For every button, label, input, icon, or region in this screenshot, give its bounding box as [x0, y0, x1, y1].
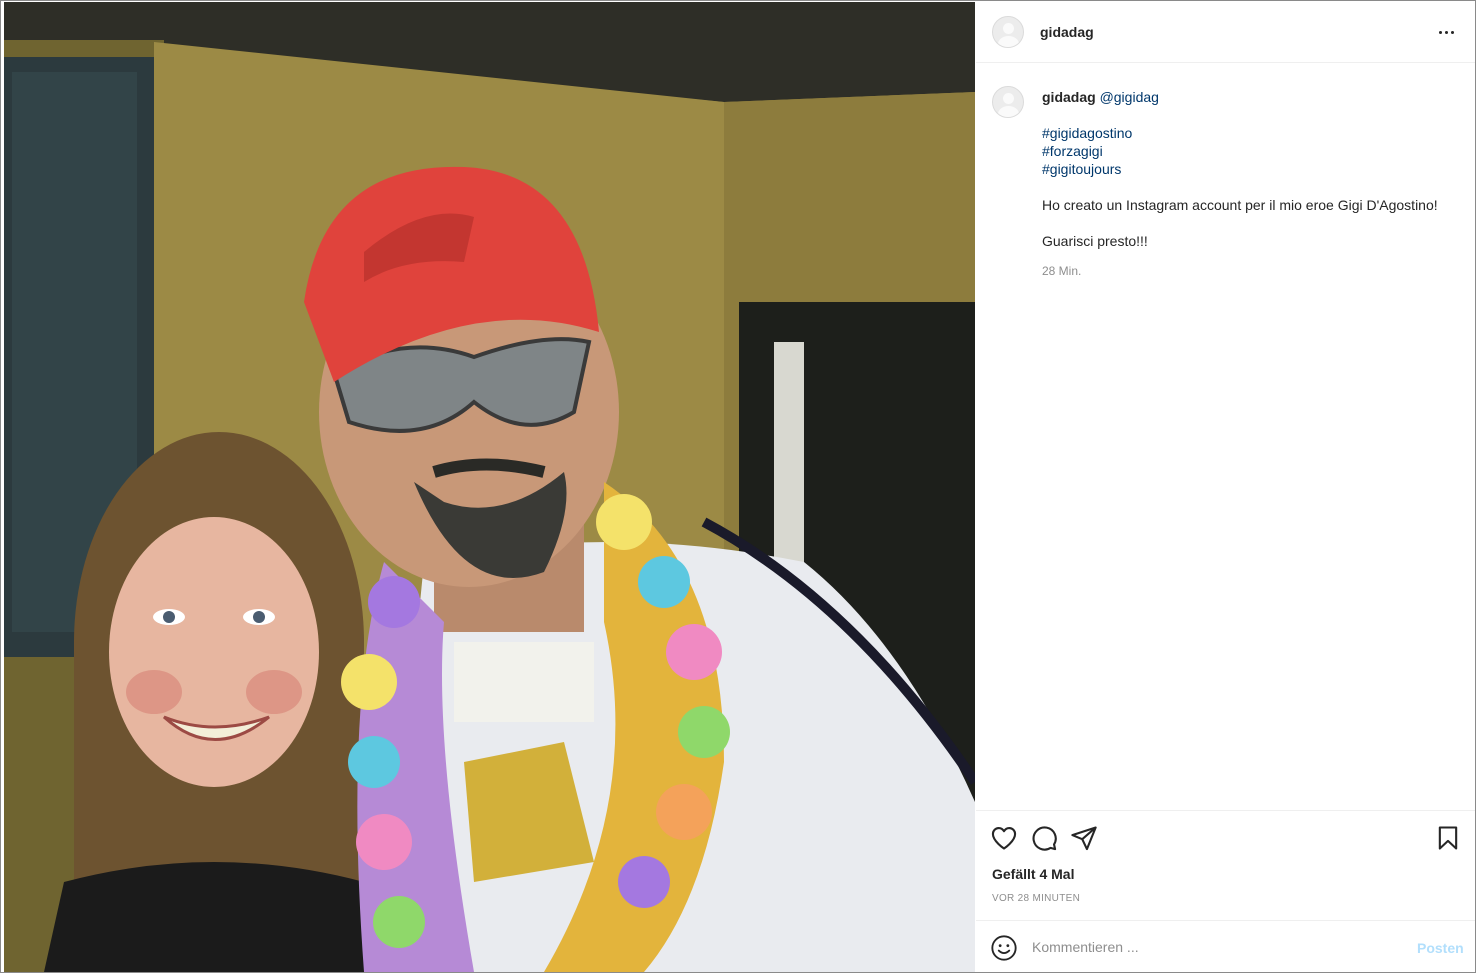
hashtag-link[interactable]: #gigidagostino	[1042, 125, 1132, 141]
caption-avatar-icon[interactable]	[992, 86, 1024, 118]
header-username[interactable]: gidadag	[1040, 24, 1094, 40]
caption-text: Ho creato un Instagram account per il mi…	[1042, 197, 1438, 213]
caption-author-line: gidadag @gigidag	[1042, 89, 1159, 105]
post-caption: gidadag @gigidag #gigidagostino #forzagi…	[976, 63, 1475, 810]
comment-input[interactable]	[1032, 936, 1392, 958]
more-dot	[1450, 30, 1454, 34]
share-icon[interactable]	[1070, 824, 1098, 852]
more-dot	[1444, 30, 1448, 34]
caption-mention[interactable]: @gigidag	[1100, 89, 1159, 105]
photo-illustration	[4, 2, 975, 972]
caption-age[interactable]: 28 Min.	[1042, 264, 1081, 278]
hashtag-link[interactable]: #forzagigi	[1042, 143, 1103, 159]
post-header: gidadag	[976, 2, 1475, 63]
likes-count[interactable]: Gefällt 4 Mal	[992, 866, 1074, 882]
post-photo[interactable]	[4, 2, 975, 972]
post-side-panel: gidadag gidadag @gigidag #gigidagostino …	[976, 2, 1475, 972]
bookmark-icon[interactable]	[1434, 824, 1462, 852]
comment-icon[interactable]	[1030, 824, 1058, 852]
avatar-icon[interactable]	[992, 16, 1024, 48]
comment-form: Posten	[976, 920, 1475, 972]
heart-icon[interactable]	[990, 824, 1018, 852]
emoji-icon[interactable]	[990, 934, 1018, 962]
more-dot	[1438, 30, 1442, 34]
post-comment-button[interactable]: Posten	[1417, 940, 1464, 956]
caption-text-2: Guarisci presto!!!	[1042, 233, 1148, 249]
hashtag-link[interactable]: #gigitoujours	[1042, 161, 1121, 177]
post-actions: Gefällt 4 Mal VOR 28 MINUTEN	[976, 810, 1475, 921]
caption-username[interactable]: gidadag	[1042, 89, 1096, 105]
more-options-icon[interactable]	[1434, 22, 1458, 42]
post-dialog: gidadag gidadag @gigidag #gigidagostino …	[0, 0, 1476, 973]
post-timestamp[interactable]: VOR 28 MINUTEN	[992, 893, 1080, 904]
